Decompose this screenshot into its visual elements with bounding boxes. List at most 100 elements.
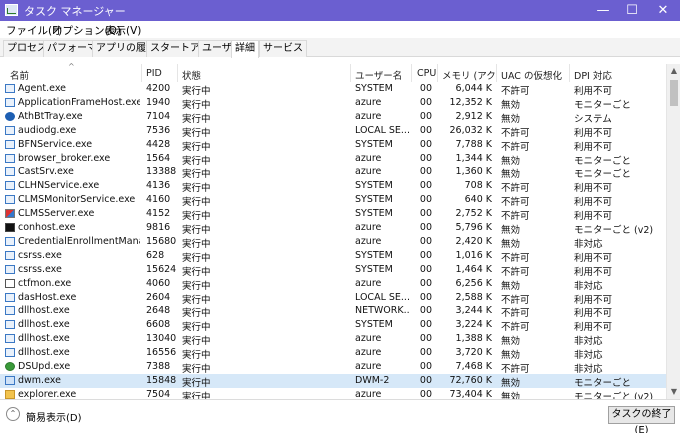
cell-cpu: 00	[419, 166, 432, 178]
table-row[interactable]: ApplicationFrameHost.exe 1940 実行中 azure 00 12…	[0, 96, 666, 111]
cell-status: 実行中	[182, 266, 211, 278]
cell-uac: 不許可	[501, 141, 530, 153]
cell-name: dwm.exe	[18, 374, 61, 386]
cell-uac: 無効	[501, 169, 521, 181]
table-row[interactable]: CLMSServer.exe 4152 実行中 SYSTEM 00 2,752 K 不許可 利…	[0, 207, 666, 223]
cell-user: SYSTEM	[355, 83, 393, 94]
cell-name: BFNService.exe	[18, 138, 93, 150]
end-task-button[interactable]: タスクの終了(E)	[608, 406, 675, 433]
table-row[interactable]: Agent.exe 4200 実行中 SYSTEM 00 6,044 K 不許可 利用不可	[0, 82, 666, 97]
table-row[interactable]: BFNService.exe 4428 実行中 SYSTEM 00 7,788 K 不許可 利…	[0, 138, 666, 153]
cell-cpu: 00	[419, 319, 432, 331]
title-bar: タスク マネージャー — ☐ ✕	[0, 0, 680, 21]
table-row[interactable]: dllhost.exe 6608 実行中 SYSTEM 00 3,224 K 不許可 利用不可	[0, 318, 666, 333]
table-row[interactable]: dllhost.exe 2648 実行中 NETWORK... 00 3,244 K 不許可…	[0, 304, 666, 320]
table-row[interactable]: CLMSMonitorService.exe 4160 実行中 SYSTEM 00 640…	[0, 193, 666, 209]
cell-uac: 不許可	[501, 127, 530, 139]
cell-user: azure	[355, 110, 382, 122]
column-divider[interactable]	[496, 64, 497, 82]
column-status[interactable]: 状態	[182, 68, 342, 82]
cell-uac: 不許可	[501, 211, 530, 223]
cell-user: SYSTEM	[355, 194, 393, 206]
table-row[interactable]: explorer.exe 7504 実行中 azure 00 73,404 K 無効 モニター…	[0, 388, 666, 399]
cell-pid: 16556	[146, 347, 176, 359]
cell-pid: 628	[146, 249, 165, 261]
column-pid[interactable]: PID	[146, 68, 178, 79]
table-row[interactable]: dllhost.exe 16556 実行中 azure 00 3,720 K 無効 非対応	[0, 346, 666, 361]
cell-mem: 1,344 K	[455, 152, 492, 164]
column-divider[interactable]	[141, 64, 142, 82]
tab-services[interactable]: サービス	[259, 40, 307, 57]
cell-cpu: 00	[419, 152, 432, 164]
cell-dpi: 利用不可	[574, 197, 613, 209]
cell-mem: 640 K	[464, 194, 492, 206]
table-row[interactable]: dasHost.exe 2604 実行中 LOCAL SE... 00 2,588 K 不許…	[0, 291, 666, 306]
cell-mem: 3,244 K	[455, 305, 492, 317]
cell-uac: 無効	[501, 336, 521, 348]
scroll-thumb[interactable]	[670, 80, 678, 106]
table-row[interactable]: CLHNService.exe 4136 実行中 SYSTEM 00 708 K 不許可 利用…	[0, 179, 666, 195]
cell-mem: 2,912 K	[455, 110, 492, 122]
table-row[interactable]: dwm.exe 15848 実行中 DWM-2 00 72,760 K 無効 モニターごと	[0, 373, 666, 389]
table-row[interactable]: conhost.exe 9816 実行中 azure 00 5,796 K 無効 モニターごと…	[0, 221, 666, 236]
minimize-button[interactable]: —	[588, 0, 618, 21]
app-icon	[5, 153, 15, 163]
cell-name: DSUpd.exe	[18, 361, 71, 372]
cell-status: 実行中	[182, 155, 211, 167]
cell-status: 実行中	[182, 169, 211, 181]
column-name[interactable]: 名前	[10, 68, 140, 82]
column-user[interactable]: ユーザー名	[355, 68, 413, 82]
cell-user: azure	[355, 222, 382, 233]
cell-dpi: 利用不可	[574, 308, 613, 320]
table-row[interactable]: browser_broker.exe 1564 実行中 azure 00 1,344 K 無…	[0, 152, 666, 167]
cell-user: SYSTEM	[355, 180, 393, 192]
cell-dpi: 非対応	[574, 364, 603, 375]
menu-view[interactable]: 表示(V)	[105, 23, 141, 38]
app-icon	[5, 250, 15, 260]
cell-uac: 不許可	[501, 183, 530, 195]
column-divider[interactable]	[177, 64, 178, 82]
cell-dpi: 利用不可	[574, 86, 613, 97]
cell-mem: 3,720 K	[455, 347, 492, 359]
cell-name: dasHost.exe	[18, 291, 77, 303]
cell-name: ApplicationFrameHost.exe	[18, 96, 140, 108]
table-row[interactable]: AthBtTray.exe 7104 実行中 azure 00 2,912 K 無効 システム	[0, 110, 666, 125]
app-icon	[5, 167, 15, 177]
column-divider[interactable]	[350, 64, 351, 82]
column-dpi[interactable]: DPI 対応	[574, 68, 654, 82]
column-divider[interactable]	[437, 64, 438, 82]
cell-pid: 4200	[146, 83, 171, 94]
cell-pid: 4428	[146, 138, 171, 150]
cell-uac: 無効	[501, 225, 521, 236]
maximize-button[interactable]: ☐	[617, 0, 647, 21]
vertical-scrollbar[interactable]: ▲ ▼	[666, 64, 680, 399]
cell-user: azure	[355, 235, 382, 247]
table-row[interactable]: ctfmon.exe 4060 実行中 azure 00 6,256 K 無効 非対応	[0, 277, 666, 292]
table-row[interactable]: DSUpd.exe 7388 実行中 azure 00 7,468 K 不許可 非対応	[0, 360, 666, 375]
cell-cpu: 00	[419, 138, 432, 150]
scroll-down-icon[interactable]: ▼	[667, 385, 680, 399]
scroll-up-icon[interactable]: ▲	[667, 64, 680, 78]
table-row[interactable]: CastSrv.exe 13388 実行中 azure 00 1,360 K 無効 モニターご…	[0, 165, 666, 181]
cell-cpu: 00	[419, 374, 432, 386]
table-row[interactable]: dllhost.exe 13040 実行中 azure 00 1,388 K 無効 非対応	[0, 332, 666, 348]
chevron-up-icon[interactable]: ⌃	[6, 407, 20, 421]
cell-status: 実行中	[182, 225, 211, 236]
table-row[interactable]: CredentialEnrollmentManager... 15680 実行中 az…	[0, 235, 666, 250]
close-button[interactable]: ✕	[648, 0, 678, 21]
cell-dpi: 利用不可	[574, 183, 613, 195]
column-divider[interactable]	[411, 64, 412, 82]
column-divider[interactable]	[569, 64, 570, 82]
app-icon	[5, 264, 15, 274]
cell-name: dllhost.exe	[18, 305, 70, 317]
cell-cpu: 00	[419, 124, 432, 136]
app-icon	[5, 181, 15, 191]
table-row[interactable]: csrss.exe 628 実行中 SYSTEM 00 1,016 K 不許可 利用不可	[0, 249, 666, 264]
table-row[interactable]: csrss.exe 15624 実行中 SYSTEM 00 1,464 K 不許可 利用不可	[0, 263, 666, 278]
column-uac[interactable]: UAC の仮想化	[501, 68, 568, 82]
column-memory[interactable]: メモリ (アクテ...	[442, 68, 495, 82]
tab-details[interactable]: 詳細	[231, 40, 259, 58]
column-cpu[interactable]: CPU	[417, 68, 437, 79]
table-row[interactable]: audiodg.exe 7536 実行中 LOCAL SE... 00 26,032 K 不…	[0, 124, 666, 139]
fewer-details-link[interactable]: 簡易表示(D)	[26, 409, 82, 424]
